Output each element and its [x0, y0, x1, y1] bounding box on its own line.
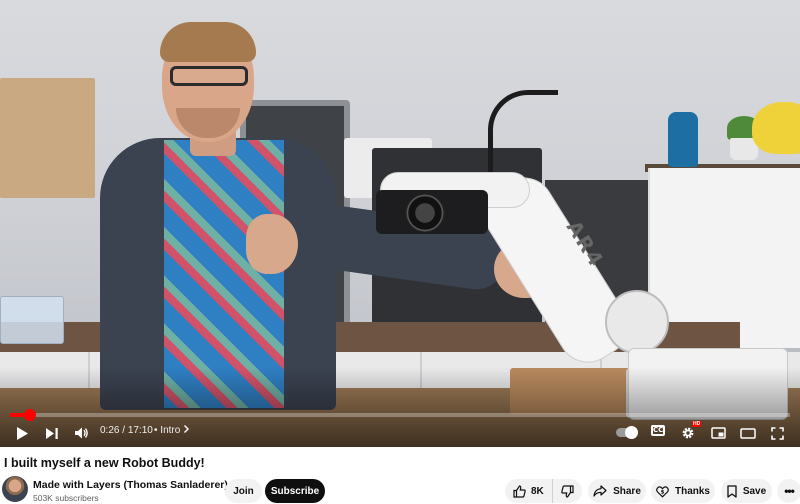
volume-icon [75, 427, 89, 439]
presenter-hand [246, 214, 298, 274]
captions-icon[interactable]: CC [651, 425, 665, 436]
save-label: Save [742, 485, 767, 497]
share-label: Share [613, 485, 641, 497]
thanks-button[interactable]: $ Thanks [651, 479, 715, 503]
total-time: 17:10 [127, 425, 153, 436]
progress-bar[interactable] [10, 409, 790, 421]
subscribe-button[interactable]: Subscribe [265, 479, 325, 503]
like-button[interactable]: 8K [505, 479, 553, 503]
share-button[interactable]: Share [588, 479, 646, 503]
gear-icon [681, 426, 695, 440]
time-separator: / [122, 425, 126, 436]
chapter-button[interactable]: • Intro [154, 425, 190, 436]
share-arrow-icon [593, 485, 607, 497]
svg-text:$: $ [661, 489, 665, 495]
thumbs-up-icon [513, 484, 526, 498]
subscriber-count: 503K subscribers [33, 493, 99, 503]
like-count: 8K [531, 485, 544, 497]
next-icon [46, 427, 58, 439]
play-button[interactable] [12, 420, 32, 446]
vase [668, 112, 698, 167]
thanks-heart-icon: $ [656, 485, 669, 498]
fridge [648, 168, 800, 348]
miniplayer-button[interactable] [708, 420, 728, 446]
autoplay-toggle-icon[interactable] [616, 426, 638, 439]
channel-name[interactable]: Made with Layers (Thomas Sanladerer) [33, 479, 228, 491]
theater-mode-button[interactable] [737, 420, 759, 446]
camera-lens [405, 194, 445, 232]
thumbs-down-icon [561, 484, 574, 498]
presenter-glasses [170, 66, 248, 86]
save-button[interactable]: Save [721, 479, 772, 503]
bookmark-icon [727, 484, 737, 498]
like-dislike-group: 8K [505, 479, 582, 503]
chevron-right-icon [183, 425, 190, 433]
chapter-separator: • [154, 425, 158, 436]
channel-avatar[interactable] [2, 476, 28, 502]
next-button[interactable] [42, 420, 62, 446]
video-title: I built myself a new Robot Buddy! [4, 456, 205, 470]
time-display: 0:26 / 17:10 [100, 425, 153, 436]
hd-badge: HD [692, 421, 702, 427]
play-icon [16, 426, 28, 440]
presenter-hair [160, 22, 256, 62]
chapter-title: Intro [160, 425, 181, 436]
yellow-object [752, 102, 800, 154]
video-player[interactable]: AR4 0:26 / 17:10 • Intro CC HD [0, 0, 800, 447]
mute-button[interactable] [71, 420, 93, 446]
wall-cabinet [0, 78, 95, 198]
storage-box [0, 296, 64, 344]
miniplayer-icon [710, 427, 726, 439]
more-actions-button[interactable]: ••• [777, 479, 800, 503]
join-button[interactable]: Join [225, 479, 262, 503]
current-time: 0:26 [100, 425, 120, 436]
robot-joint [605, 290, 669, 354]
thanks-label: Thanks [674, 485, 710, 497]
dislike-button[interactable] [553, 479, 582, 503]
fullscreen-button[interactable] [767, 420, 787, 446]
fullscreen-icon [770, 426, 784, 440]
theater-mode-icon [740, 427, 756, 439]
